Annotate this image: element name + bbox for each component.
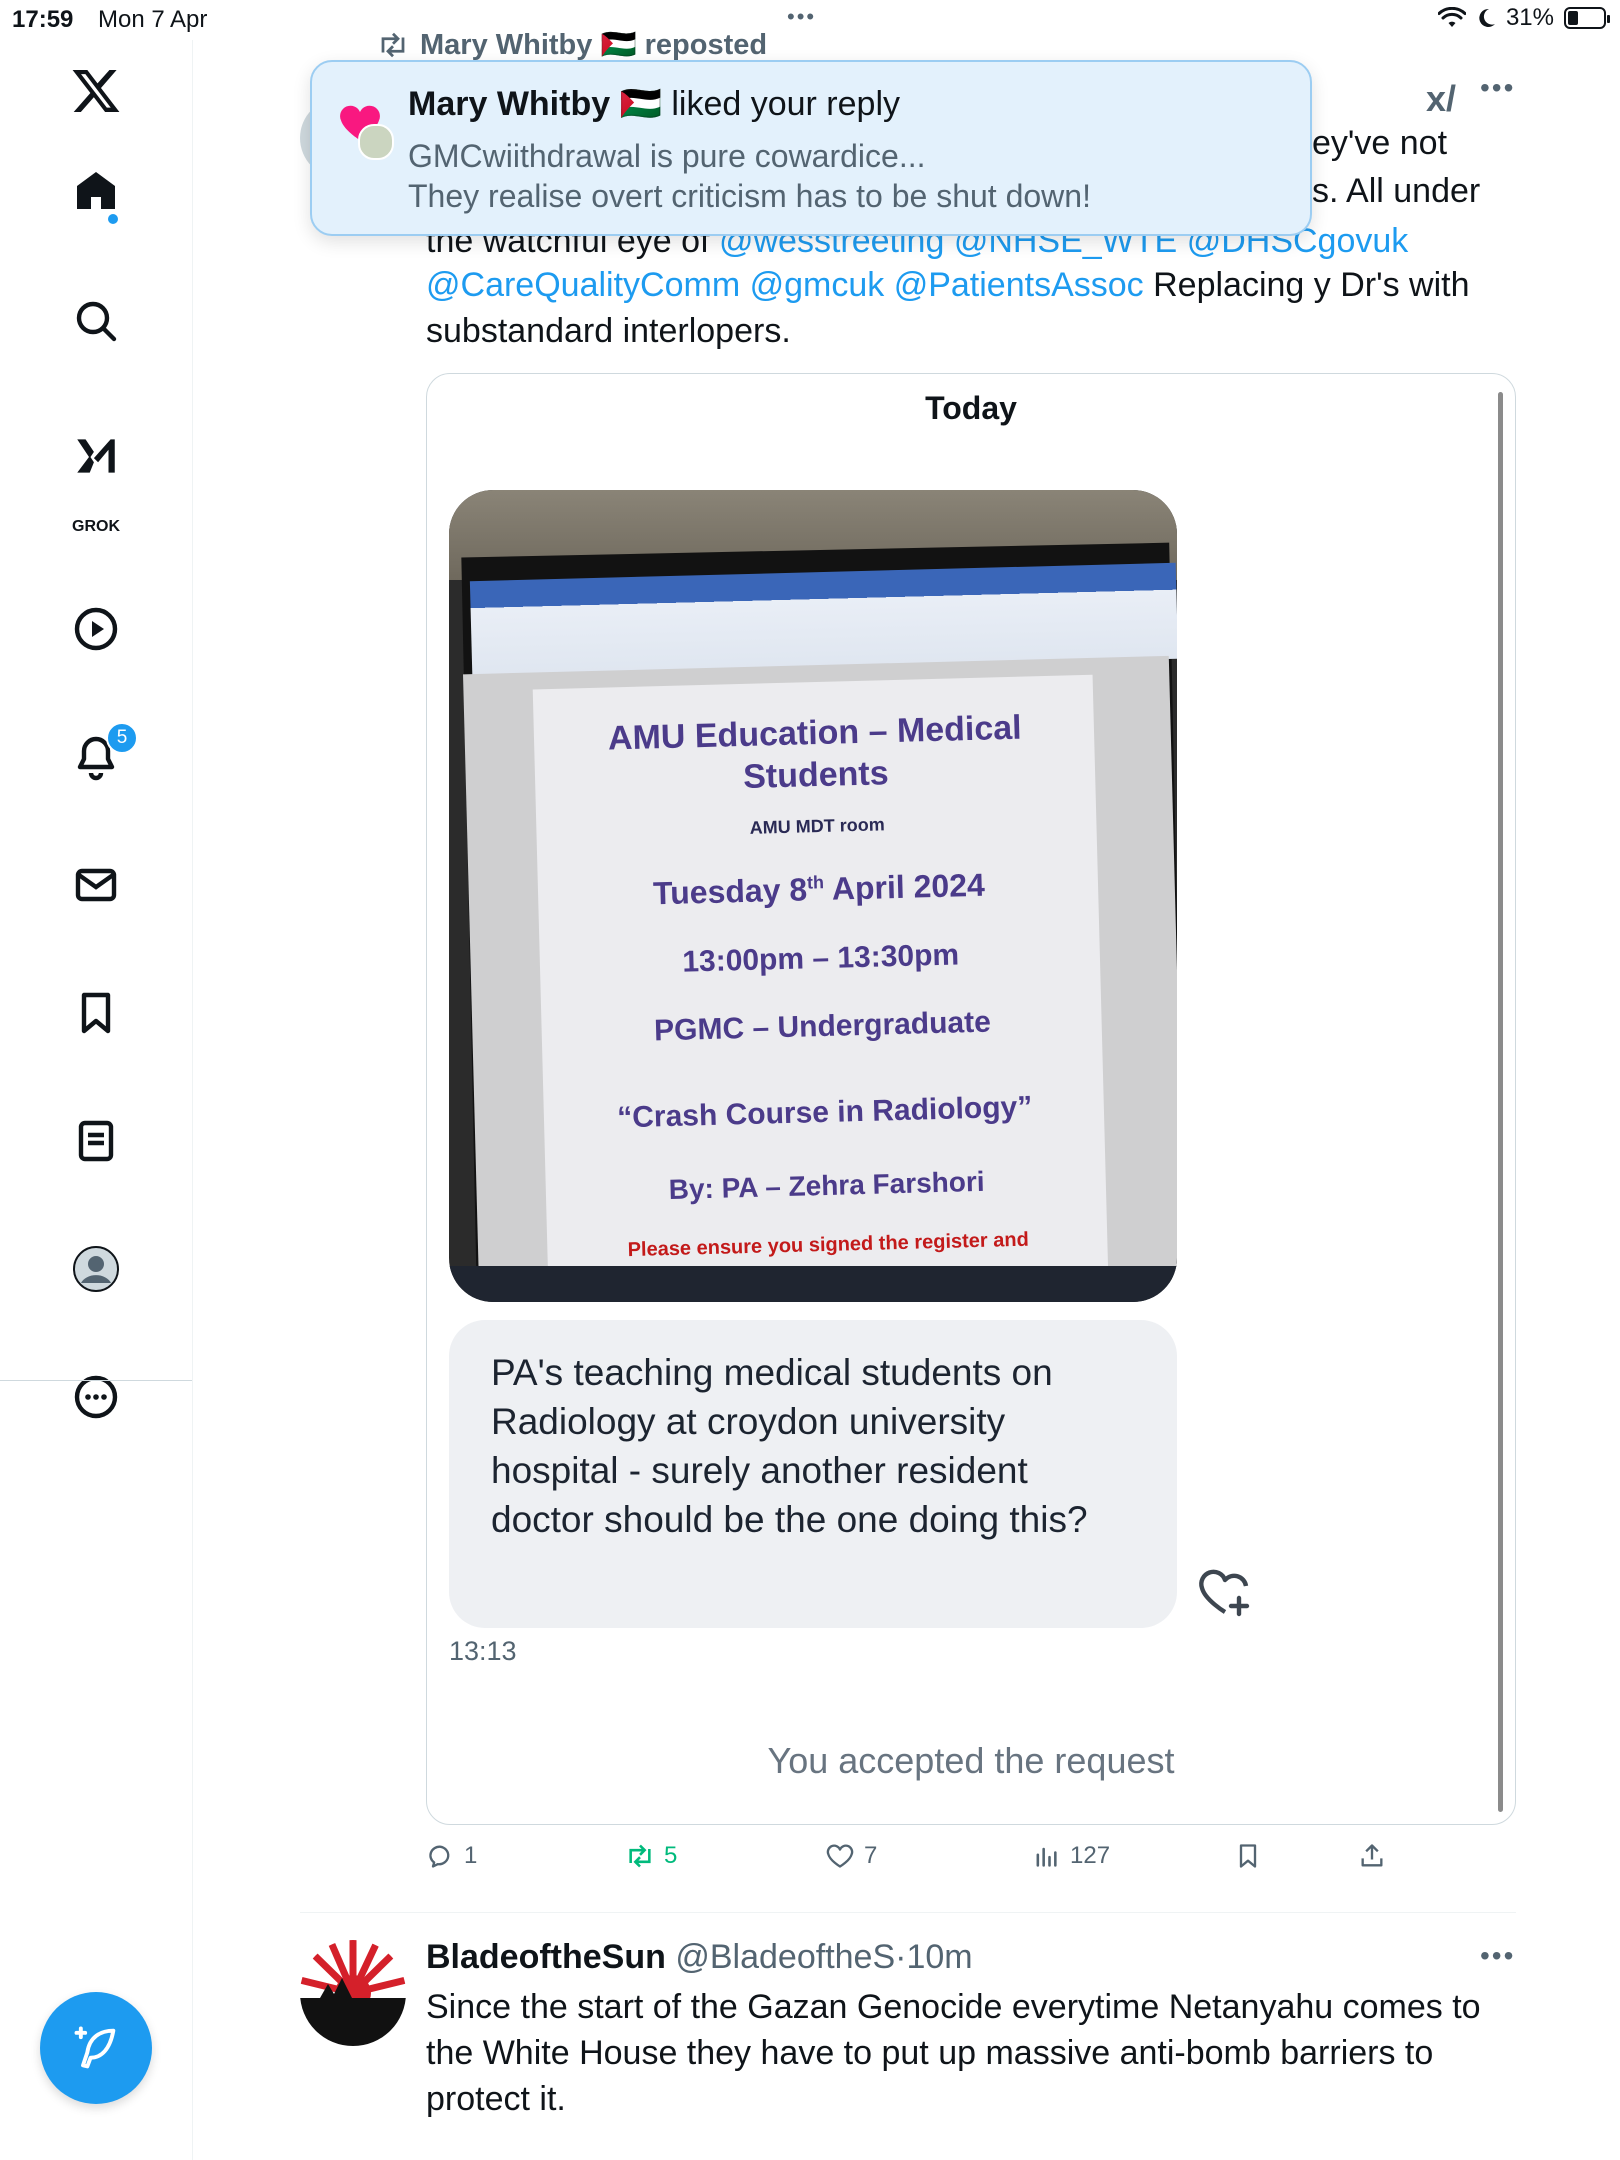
bookmarks-icon[interactable] — [0, 968, 192, 1058]
rising-sun-avatar-image — [300, 1940, 406, 2046]
video-icon[interactable] — [0, 584, 192, 674]
tweet-time[interactable]: 10m — [906, 1938, 972, 1976]
home-icon[interactable] — [0, 146, 192, 236]
views-icon — [1036, 1847, 1057, 1867]
doc-date: Tuesday 8th April 2024 — [539, 864, 1100, 916]
like-notification-toast[interactable]: Mary Whitby 🇵🇸 liked your reply GMCwiith… — [310, 60, 1312, 236]
wifi-icon — [1437, 7, 1466, 27]
battery-percent: 31% — [1505, 4, 1554, 31]
tweet-header: BladeoftheSun @BladeoftheS·10m — [426, 1938, 973, 1977]
search-icon[interactable] — [0, 276, 192, 366]
repost-indicator: Mary Whitby 🇵🇸 reposted — [378, 28, 767, 62]
status-icons: 31% — [1437, 4, 1610, 32]
bookmark-button[interactable] — [1234, 1842, 1262, 1870]
doc-program: PGMC – Undergraduate — [653, 1005, 992, 1048]
like-button[interactable]: 7 — [826, 1842, 877, 1870]
tweet-divider — [300, 1912, 1516, 1913]
doc-date-suffix: th — [806, 872, 825, 893]
tweet-media-image[interactable]: Today AMU Education – Medical Students A… — [426, 373, 1516, 1825]
status-time: 17:59 — [12, 6, 74, 33]
reply-count: 1 — [464, 1842, 478, 1869]
chat-photo: AMU Education – Medical Students AMU MDT… — [449, 490, 1177, 1302]
tweet-text-line: @CareQualityComm @gmcuk @PatientsAssoc R… — [426, 262, 1470, 308]
moon-icon — [1479, 8, 1495, 27]
share-icon — [1361, 1844, 1383, 1867]
profile-icon[interactable] — [0, 1224, 192, 1314]
compose-feather-icon — [74, 2026, 116, 2069]
lists-icon[interactable] — [0, 1096, 192, 1186]
mention-link[interactable]: @CareQualityComm — [426, 266, 740, 304]
doc-room: AMU MDT room — [749, 814, 885, 838]
document-content: AMU Education – Medical Students AMU MDT… — [534, 675, 1109, 1264]
chat-scrollbar — [1498, 392, 1503, 1812]
battery-icon — [1564, 7, 1610, 29]
tweet-text-line: substandard interlopers. — [426, 312, 791, 350]
multitasking-dots[interactable]: ••• — [787, 4, 816, 30]
chat-date-header: Today — [925, 390, 1017, 426]
chat-message-time: 13:13 — [449, 1636, 517, 1666]
tweet-text: Since the start of the Gazan Genocide ev… — [426, 1988, 1481, 2118]
views-button[interactable]: 127 — [1032, 1842, 1110, 1870]
doc-time: 13:00pm – 13:30pm — [681, 938, 960, 979]
chat-message-bubble: PA's teaching medical students on Radiol… — [449, 1320, 1177, 1628]
x-logo-icon[interactable] — [0, 46, 192, 136]
doc-date-main: Tuesday 8 — [652, 871, 808, 912]
mention-link[interactable]: @PatientsAssoc — [894, 266, 1144, 304]
tweet-more-icon[interactable]: ••• — [1480, 72, 1515, 104]
home-unread-dot — [108, 214, 118, 224]
sidebar: GROK 5 — [0, 40, 193, 2160]
notifications-icon[interactable] — [0, 712, 192, 802]
toast-title: Mary Whitby 🇵🇸 liked your reply — [408, 84, 900, 124]
tweet-text-segment: Replacing y Dr's with — [1153, 266, 1470, 304]
grok-label: GROK — [72, 518, 120, 535]
share-button[interactable] — [1358, 1842, 1386, 1870]
status-date: Mon 7 Apr — [98, 6, 208, 33]
tweet-author-handle[interactable]: @BladeoftheS — [675, 1938, 895, 1976]
sidebar-divider — [0, 1380, 192, 1381]
repost-icon — [381, 32, 405, 58]
more-icon[interactable] — [0, 1352, 192, 1442]
repost-count: 5 — [664, 1842, 678, 1869]
toast-preview-line: They realise overt criticism has to be s… — [408, 178, 1091, 214]
status-bar: 17:59 Mon 7 Apr ••• 31% — [0, 0, 1620, 40]
views-count: 127 — [1070, 1842, 1111, 1869]
doc-course: “Crash Course in Radiology” — [616, 1090, 1033, 1135]
notifications-badge: 5 — [106, 722, 138, 754]
chat-accepted-notice: You accepted the request — [767, 1740, 1175, 1781]
like-icon — [826, 1844, 854, 1868]
reply-button[interactable]: 1 — [426, 1842, 477, 1870]
tweet-text-fragment: s. All under — [1312, 172, 1481, 210]
repost-label: Mary Whitby 🇵🇸 reposted — [420, 29, 768, 61]
tweet-more-icon[interactable]: ••• — [1480, 1940, 1515, 1972]
toast-preview-line: GMCwiithdrawal is pure cowardice... — [408, 138, 926, 174]
chat-message-text: PA's teaching medical students on Radiol… — [491, 1352, 1088, 1540]
doc-date-rest: April 2024 — [823, 866, 986, 907]
tweet-text-fragment: ey've not — [1312, 124, 1448, 162]
tweet-author-name[interactable]: BladeoftheSun — [426, 1938, 666, 1976]
doc-title: AMU Education – Medical Students — [607, 708, 1023, 796]
toast-user-name: Mary Whitby 🇵🇸 — [408, 85, 662, 123]
header-separator: · — [895, 1938, 907, 1976]
monitor-taskbar — [449, 1266, 1177, 1302]
grok-icon[interactable] — [0, 406, 192, 506]
reply-icon — [429, 1845, 450, 1868]
mention-link[interactable]: @gmcuk — [750, 266, 885, 304]
notifier-avatar — [358, 124, 394, 160]
doc-presenter: By: PA – Zehra Farshori — [668, 1165, 985, 1206]
toast-action: liked your reply — [661, 85, 901, 123]
tweet-author-avatar[interactable] — [300, 1940, 406, 2046]
like-count: 7 — [864, 1842, 878, 1869]
tweet-action-bar: 1 5 7 127 — [426, 1842, 1516, 1882]
repost-icon — [629, 1844, 651, 1868]
repost-button[interactable]: 5 — [626, 1842, 677, 1870]
messages-icon[interactable] — [0, 840, 192, 930]
bookmark-icon — [1239, 1844, 1257, 1868]
compose-button[interactable] — [40, 1992, 152, 2104]
heart-add-icon — [1199, 1569, 1250, 1617]
grok-tweet-icon[interactable]: x/ — [1426, 78, 1456, 120]
